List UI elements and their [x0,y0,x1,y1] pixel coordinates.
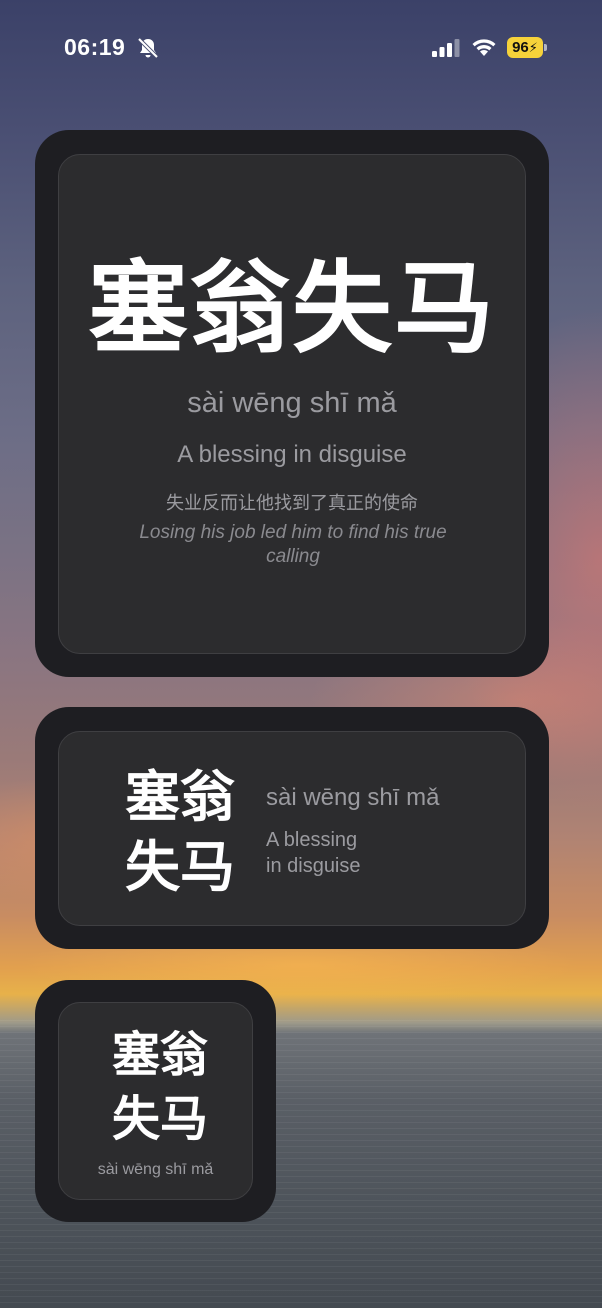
idiom-pinyin: sài wēng shī mǎ [266,784,440,811]
example-sentence-chinese: 失业反而让他找到了真正的使命 [166,493,418,514]
idiom-meaning: A blessing in disguise [177,441,407,468]
idiom-hanzi-line-1: 塞翁 [111,1027,208,1083]
widget-card: 塞翁 失马 sài wēng shī mǎ A blessing in disg… [58,731,526,926]
bell-slash-icon [137,37,159,59]
battery-percent: 96 [512,39,529,56]
idiom-widget-medium[interactable]: 塞翁 失马 sài wēng shī mǎ A blessing in disg… [35,707,549,949]
idiom-hanzi: 塞翁失马 [88,250,496,367]
idiom-hanzi-line-2: 失马 [111,1091,208,1147]
status-time: 06:19 [64,34,126,60]
battery-tip [544,44,547,51]
idiom-pinyin: sài wēng shī mǎ [187,387,397,419]
idiom-widget-small[interactable]: 塞翁 失马 sài wēng shī mǎ [35,980,276,1222]
idiom-meaning-line-1: A blessing [266,829,358,851]
battery-level: 96 ⚡ [507,37,543,58]
idiom-meaning-line-2: in disguise [266,855,361,877]
battery-icon: 96 ⚡ [507,37,547,58]
idiom-hanzi: 塞翁 失马 [125,762,245,902]
widget-card: 塞翁 失马 sài wēng shī mǎ [58,1002,253,1200]
idiom-meaning: A blessing in disguise [266,827,386,879]
idiom-hanzi-line-2: 失马 [125,835,236,899]
widget-card: 塞翁失马 sài wēng shī mǎ A blessing in disgu… [58,154,526,654]
idiom-widget-large[interactable]: 塞翁失马 sài wēng shī mǎ A blessing in disgu… [35,130,549,677]
example-sentence-english: Losing his job led him to find his true … [139,522,447,567]
idiom-hanzi: 塞翁 失马 [105,1023,215,1151]
charging-bolt-icon: ⚡ [528,39,538,55]
idiom-hanzi-line-1: 塞翁 [125,765,236,829]
wifi-icon [472,39,496,56]
cellular-signal-icon [432,39,460,57]
status-bar: 06:19 96 ⚡ [0,0,602,96]
idiom-pinyin: sài wēng shī mǎ [97,1161,214,1178]
